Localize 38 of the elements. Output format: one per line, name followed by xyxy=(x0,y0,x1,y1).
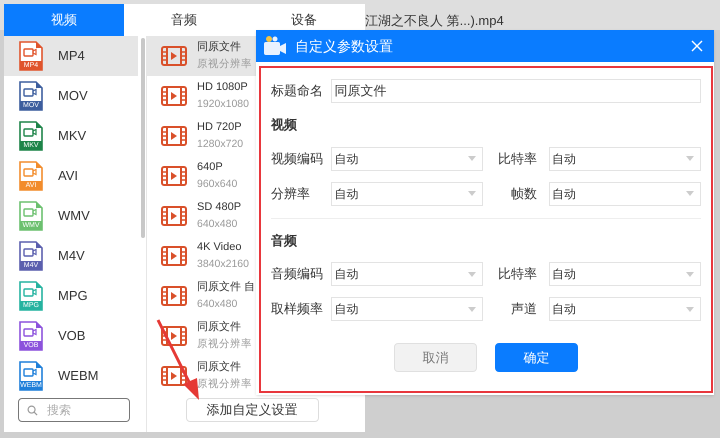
preset-resolution: 原视分辨率 xyxy=(197,377,252,392)
preset-resolution: 640x480 xyxy=(197,217,238,232)
field-label: 声道 xyxy=(510,300,538,318)
format-name: MPG xyxy=(58,287,88,306)
field-label: 比特率 xyxy=(496,265,538,284)
format-name: WEBM xyxy=(58,367,98,386)
preset-resolution: 3840x2160 xyxy=(197,257,249,272)
file-name: 江湖之不良人 第...).mp4 xyxy=(365,12,504,30)
preset-title: HD 720P xyxy=(197,120,243,135)
preset-title: 同原文件 xyxy=(197,360,242,375)
format-name: MP4 xyxy=(58,47,85,66)
field-label: 帧数 xyxy=(510,184,538,203)
field-label: 取样频率 xyxy=(271,300,324,318)
preset-resolution: 原视分辨率 xyxy=(197,337,252,352)
preset-resolution: 1920x1080 xyxy=(197,97,249,112)
field-label: 音频编码 xyxy=(271,265,324,284)
format-name: MOV xyxy=(58,87,88,106)
format-name: MKV xyxy=(58,127,86,146)
preset-resolution: 640x480 xyxy=(197,297,238,312)
preset-resolution: 原视分辨率 xyxy=(197,57,252,72)
preset-resolution: 1280x720 xyxy=(197,137,244,152)
preset-title: 4K Video xyxy=(197,240,242,255)
field-label: 标题命名 xyxy=(271,82,324,100)
format-name: WMV xyxy=(58,207,90,226)
preset-title: 同原文件 自 xyxy=(197,280,256,295)
preset-title: 640P xyxy=(197,160,224,175)
preset-title: 同原文件 xyxy=(197,40,242,55)
preset-resolution: 960x640 xyxy=(197,177,238,192)
dialog-title: 自定义参数设置 xyxy=(295,36,393,56)
preset-title: HD 1080P xyxy=(197,80,249,95)
field-label: 视频编码 xyxy=(271,150,324,168)
format-name: M4V xyxy=(58,247,85,266)
section-heading: 视频 xyxy=(271,116,298,134)
format-name: VOB xyxy=(58,327,86,346)
field-label: 比特率 xyxy=(496,150,538,168)
format-name: AVI xyxy=(58,167,78,186)
preset-title: SD 480P xyxy=(197,200,242,215)
preset-title: 同原文件 xyxy=(197,320,242,335)
